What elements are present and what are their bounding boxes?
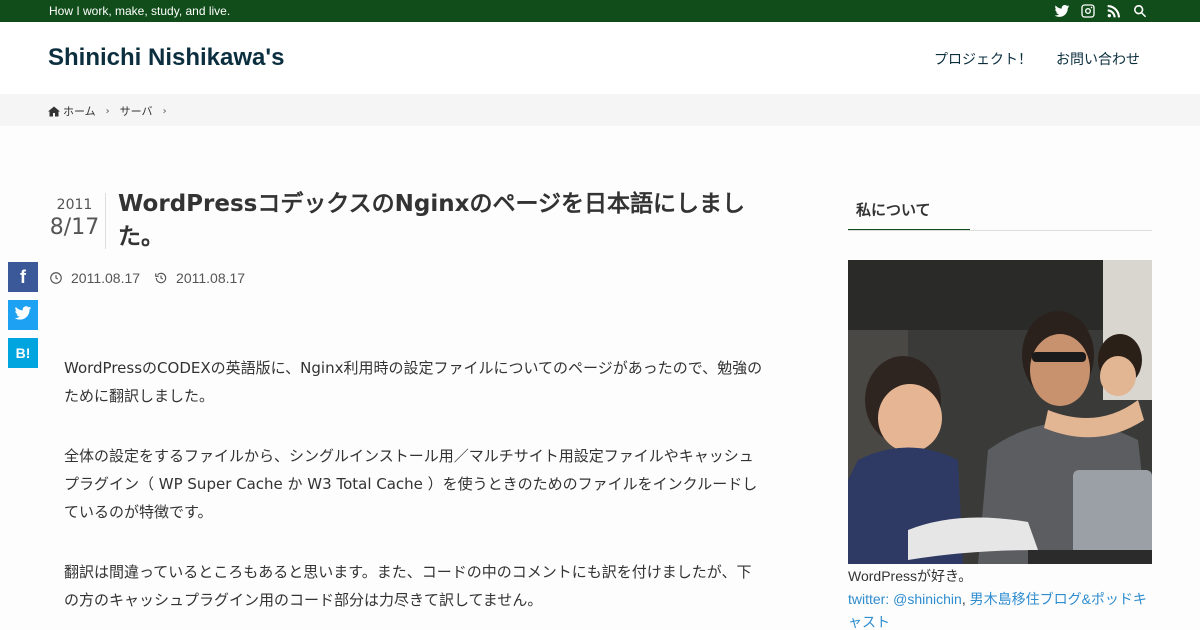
facebook-share-button[interactable]: f — [8, 262, 38, 292]
post-title: WordPressコデックスのNginxのページを日本語にしました。 — [118, 191, 745, 250]
post-meta: 2011.08.17 2011.08.17 — [49, 270, 259, 286]
social-icons — [1054, 3, 1148, 19]
history-icon — [154, 271, 176, 285]
post-paragraph: 全体の設定をするファイルから、シングルインストール用／マルチサイト用設定ファイル… — [64, 447, 758, 521]
hatena-icon: B! — [15, 345, 31, 361]
breadcrumb-server[interactable]: サーバ — [120, 103, 153, 119]
nav-item-contact[interactable]: お問い合わせ — [1056, 49, 1140, 69]
post-body: WordPressのCODEXの英語版に、Nginx利用時の設定ファイルについて… — [64, 354, 764, 630]
hatena-bookmark-button[interactable]: B! — [8, 338, 38, 368]
site-header: Shinichi Nishikawa's プロジェクト！ お問い合わせ — [0, 22, 1200, 94]
post-paragraph: 翻訳は間違っているところもあると思います。また、コードの中のコメントにも訳を付け… — [64, 563, 752, 609]
twitter-icon — [14, 304, 32, 327]
share-buttons: f B! — [8, 262, 38, 376]
widget-title: 私について — [848, 192, 970, 231]
breadcrumb: ホーム › サーバ › — [0, 94, 1200, 126]
clock-icon — [49, 271, 71, 285]
sidebar: 私について WordPressが好き。 twitter: @shinichin, — [848, 192, 1152, 630]
published-date: 2011.08.17 — [71, 270, 141, 286]
post-date-month-day: 8/17 — [49, 215, 100, 240]
twitter-icon[interactable] — [1054, 3, 1070, 19]
link-separator: , — [961, 591, 966, 607]
main-nav: プロジェクト！ お問い合わせ — [934, 49, 1140, 69]
site-title-link[interactable]: Shinichi Nishikawa's — [48, 44, 284, 72]
facebook-icon: f — [20, 266, 26, 287]
search-icon[interactable] — [1132, 3, 1148, 19]
twitter-share-button[interactable] — [8, 300, 38, 330]
widget-divider — [848, 230, 1152, 231]
post-date-box: 2011 8/17 — [44, 193, 106, 249]
twitter-profile-link[interactable]: twitter: @shinichin — [848, 591, 962, 607]
breadcrumb-home[interactable]: ホーム — [63, 103, 96, 119]
post-date-year: 2011 — [56, 197, 93, 213]
top-bar: How I work, make, study, and live. — [0, 0, 1200, 22]
profile-text: WordPressが好き。 twitter: @shinichin, 男木島移住… — [848, 565, 1152, 630]
nav-item-projects[interactable]: プロジェクト！ — [934, 49, 1032, 69]
updated-date: 2011.08.17 — [176, 270, 246, 286]
site-tagline: How I work, make, study, and live. — [49, 4, 231, 18]
home-icon — [48, 106, 63, 117]
instagram-icon[interactable] — [1080, 3, 1096, 19]
post-paragraph: WordPressのCODEXの英語版に、Nginx利用時の設定ファイルについて… — [64, 359, 763, 405]
rss-icon[interactable] — [1106, 3, 1122, 19]
profile-line: WordPressが好き。 — [848, 568, 973, 584]
chevron-right-icon: › — [162, 105, 167, 117]
chevron-right-icon: › — [105, 105, 110, 117]
profile-photo — [848, 260, 1152, 564]
